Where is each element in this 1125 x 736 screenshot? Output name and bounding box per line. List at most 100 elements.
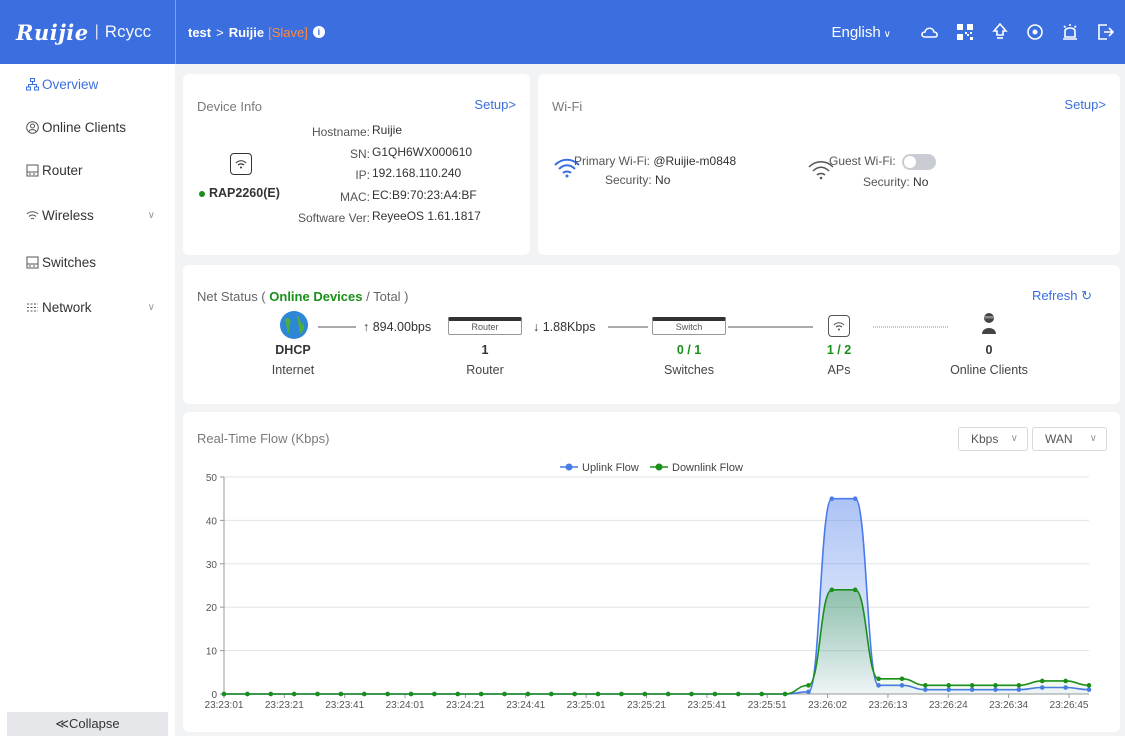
chevron-down-icon: ∨ bbox=[147, 301, 155, 313]
data-point bbox=[642, 691, 648, 697]
primary-security-line: Security: No bbox=[605, 173, 670, 187]
sidebar-item-network[interactable]: Network ∨ bbox=[0, 287, 175, 327]
sidebar-item-switches[interactable]: Switches bbox=[0, 242, 175, 282]
net-status-card: Net Status ( Online Devices / Total ) Re… bbox=[183, 265, 1120, 404]
aps-node[interactable]: 1 / 2 APs bbox=[809, 343, 869, 377]
breadcrumb: test > Ruijie [Slave] i bbox=[176, 25, 325, 40]
access-point-icon bbox=[230, 153, 252, 175]
wifi-setup-link[interactable]: Setup> bbox=[1064, 97, 1106, 112]
downlink-rate: ↓ 1.88Kbps bbox=[533, 320, 596, 334]
device-info-setup-link[interactable]: Setup> bbox=[474, 97, 516, 112]
breadcrumb-project[interactable]: test bbox=[188, 25, 211, 40]
x-tick-label: 23:26:02 bbox=[808, 700, 847, 711]
header-actions: English ∨ bbox=[831, 22, 1125, 42]
logo-reyee: Rcycc bbox=[104, 22, 152, 41]
x-tick-label: 23:24:01 bbox=[386, 700, 425, 711]
guest-wifi-toggle[interactable] bbox=[902, 154, 937, 170]
primary-security-value: No bbox=[655, 173, 671, 187]
field-key-sn: SN: bbox=[349, 146, 370, 161]
data-point bbox=[712, 691, 718, 697]
online-status-dot bbox=[199, 190, 205, 197]
y-tick-label: 40 bbox=[206, 516, 218, 527]
logout-icon[interactable] bbox=[1095, 22, 1115, 42]
user-icon bbox=[981, 312, 997, 339]
data-point bbox=[969, 683, 975, 688]
sidebar-item-wireless[interactable]: Wireless ∨ bbox=[0, 195, 175, 235]
primary-wifi-line: Primary Wi-Fi: @Ruijie-m0848 bbox=[574, 154, 736, 168]
qr-code-icon[interactable] bbox=[955, 22, 975, 42]
sidebar-item-label: Switches bbox=[42, 254, 97, 270]
globe-icon bbox=[279, 310, 309, 343]
sidebar-item-label: Wireless bbox=[42, 207, 94, 223]
sidebar-item-label: Network bbox=[42, 299, 92, 315]
series-area-downlink bbox=[224, 589, 1089, 694]
sidebar: Overview Online Clients Router Wireless … bbox=[0, 64, 175, 736]
router-node[interactable]: 1 Router bbox=[445, 343, 525, 377]
switches-node[interactable]: 0 / 1 Switches bbox=[649, 343, 729, 377]
guest-security-line: Security: No bbox=[863, 175, 928, 189]
switches-value: 0 / 1 bbox=[676, 343, 702, 357]
field-value-ip: 192.168.110.240 bbox=[372, 166, 462, 180]
x-tick-label: 23:25:21 bbox=[627, 700, 666, 711]
switches-label: Switches bbox=[663, 363, 715, 377]
online-clients-label: Online Clients bbox=[950, 363, 1028, 377]
data-point bbox=[502, 691, 507, 697]
collapse-button[interactable]: ≪Collapse bbox=[7, 712, 168, 736]
x-tick-label: 23:26:34 bbox=[989, 700, 1028, 711]
series-line-uplink bbox=[223, 497, 1090, 695]
info-icon[interactable]: i bbox=[312, 26, 325, 38]
router-value: 1 bbox=[481, 343, 489, 357]
data-point bbox=[1016, 683, 1022, 688]
sidebar-item-overview[interactable]: Overview bbox=[0, 64, 175, 104]
language-label: English bbox=[831, 23, 881, 41]
y-tick-label: 50 bbox=[206, 473, 218, 484]
switch-icon bbox=[26, 255, 40, 269]
data-point bbox=[361, 691, 367, 697]
wifi-card: Wi-Fi Setup> Primary Wi-Fi: @Ruijie-m084… bbox=[538, 74, 1120, 255]
field-value-sn: G1QH6WX000610 bbox=[372, 144, 473, 159]
client-icon bbox=[26, 120, 40, 134]
data-point bbox=[852, 587, 858, 593]
internet-node[interactable]: DHCP Internet bbox=[263, 343, 323, 377]
access-point-icon bbox=[828, 315, 850, 337]
sidebar-item-label: Overview bbox=[42, 76, 99, 92]
primary-wifi-ssid[interactable]: @Ruijie-m0848 bbox=[653, 154, 736, 168]
y-tick-label: 30 bbox=[206, 560, 218, 571]
device-info-title: Device Info bbox=[197, 99, 263, 114]
y-tick-label: 10 bbox=[206, 647, 218, 658]
chevron-down-icon: ∨ bbox=[147, 209, 155, 221]
x-tick-label: 23:24:21 bbox=[446, 700, 485, 711]
language-select[interactable]: English ∨ bbox=[831, 24, 891, 41]
data-point bbox=[665, 691, 671, 697]
top-header: Ruijie | Rcycc test > Ruijie [Slave] i E… bbox=[0, 0, 1125, 64]
x-tick-label: 23:26:13 bbox=[868, 700, 907, 711]
brand-logo[interactable]: Ruijie | Rcycc bbox=[0, 0, 176, 64]
data-point bbox=[408, 691, 414, 697]
x-tick-label: 23:23:01 bbox=[205, 700, 244, 711]
sidebar-item-label: Router bbox=[42, 162, 83, 178]
data-point bbox=[1039, 678, 1045, 684]
device-model: RAP2260(E) bbox=[199, 186, 280, 200]
data-point bbox=[806, 683, 811, 688]
router-label: Router bbox=[466, 363, 504, 377]
rocket-icon[interactable] bbox=[990, 22, 1010, 42]
cloud-icon[interactable] bbox=[920, 22, 940, 42]
breadcrumb-device[interactable]: Ruijie bbox=[229, 25, 264, 40]
sidebar-item-online-clients[interactable]: Online Clients bbox=[0, 107, 175, 147]
series-area-uplink bbox=[224, 498, 1089, 694]
x-tick-label: 23:23:41 bbox=[325, 700, 364, 711]
data-point bbox=[1063, 678, 1068, 684]
online-clients-node[interactable]: 0 Online Clients bbox=[944, 343, 1034, 377]
data-point bbox=[782, 691, 788, 697]
network-icon[interactable] bbox=[1025, 22, 1045, 42]
x-tick-label: 23:25:41 bbox=[687, 700, 726, 711]
data-point bbox=[899, 676, 905, 682]
online-clients-value: 0 bbox=[985, 343, 993, 357]
logo-ruijie: Ruijie bbox=[16, 19, 89, 45]
uplink-rate: ↑ 894.00bps bbox=[363, 320, 432, 334]
data-point bbox=[455, 691, 461, 697]
sidebar-item-router[interactable]: Router bbox=[0, 150, 175, 190]
data-point bbox=[829, 587, 835, 593]
sidebar-item-label: Online Clients bbox=[42, 119, 127, 135]
alarm-icon[interactable] bbox=[1060, 22, 1080, 42]
